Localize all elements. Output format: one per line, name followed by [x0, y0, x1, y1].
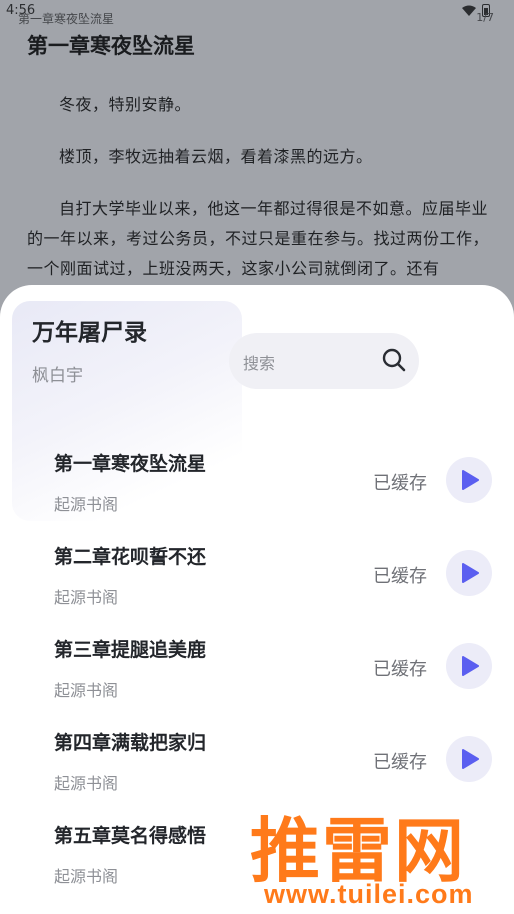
reader-paragraph: 自打大学毕业以来，他这一年都过得很是不如意。应届毕业的一年以来，考过公务员，不过…	[27, 199, 490, 278]
chapter-source: 起源书阁	[54, 588, 119, 607]
play-icon	[462, 470, 479, 490]
play-button[interactable]	[446, 457, 492, 503]
watermark-url: www.tuilei.com	[264, 879, 474, 909]
chapter-source: 起源书阁	[54, 774, 119, 793]
chapter-source: 起源书阁	[54, 495, 119, 514]
book-author: 枫白宇	[32, 366, 83, 386]
chapter-item[interactable]: 第三章提腿追美鹿 起源书阁 已缓存	[0, 631, 514, 724]
play-button[interactable]	[446, 643, 492, 689]
reader-paragraph: 楼顶，李牧远抽着云烟，看着漆黑的远方。	[59, 147, 373, 166]
play-button[interactable]	[446, 736, 492, 782]
wifi-icon	[462, 5, 476, 16]
play-button[interactable]	[446, 550, 492, 596]
book-title: 万年屠尸录	[32, 320, 147, 346]
cache-status: 已缓存	[373, 659, 427, 680]
search-placeholder: 搜索	[243, 354, 276, 373]
chapter-name: 第五章莫名得感悟	[54, 825, 207, 847]
chapter-name: 第四章满载把家归	[54, 732, 207, 754]
chapter-source: 起源书阁	[54, 867, 119, 886]
play-icon	[462, 749, 479, 769]
chapter-source: 起源书阁	[54, 681, 119, 700]
page-indicator: 1/7	[476, 11, 494, 24]
chapter-name: 第一章寒夜坠流星	[54, 453, 207, 475]
chapter-name: 第二章花呗誓不还	[54, 546, 207, 568]
search-input[interactable]: 搜索	[229, 333, 419, 389]
reader-paragraph: 冬夜，特别安静。	[59, 95, 192, 114]
cache-status: 已缓存	[373, 473, 427, 494]
screen: 4:56 第一章寒夜坠流星 1/7 第一章寒夜坠流星 冬夜，特别安静。 楼顶，李…	[0, 0, 514, 914]
watermark: 推雷网 www.tuilei.com	[244, 795, 514, 914]
chapter-name: 第三章提腿追美鹿	[54, 639, 207, 661]
cache-status: 已缓存	[373, 566, 427, 587]
play-icon	[462, 563, 479, 583]
reader-chapter-title: 第一章寒夜坠流星	[27, 34, 195, 58]
cache-status: 已缓存	[373, 752, 427, 773]
search-icon[interactable]	[381, 347, 407, 373]
chapter-item[interactable]: 第二章花呗誓不还 起源书阁 已缓存	[0, 538, 514, 631]
chapter-item[interactable]: 第一章寒夜坠流星 起源书阁 已缓存	[0, 445, 514, 538]
status-bar: 4:56 第一章寒夜坠流星 1/7	[0, 0, 514, 28]
play-icon	[462, 656, 479, 676]
reader-text: 冬夜，特别安静。 楼顶，李牧远抽着云烟，看着漆黑的远方。 自打大学毕业以来，他这…	[27, 90, 490, 306]
status-chapter-title: 第一章寒夜坠流星	[18, 12, 115, 26]
